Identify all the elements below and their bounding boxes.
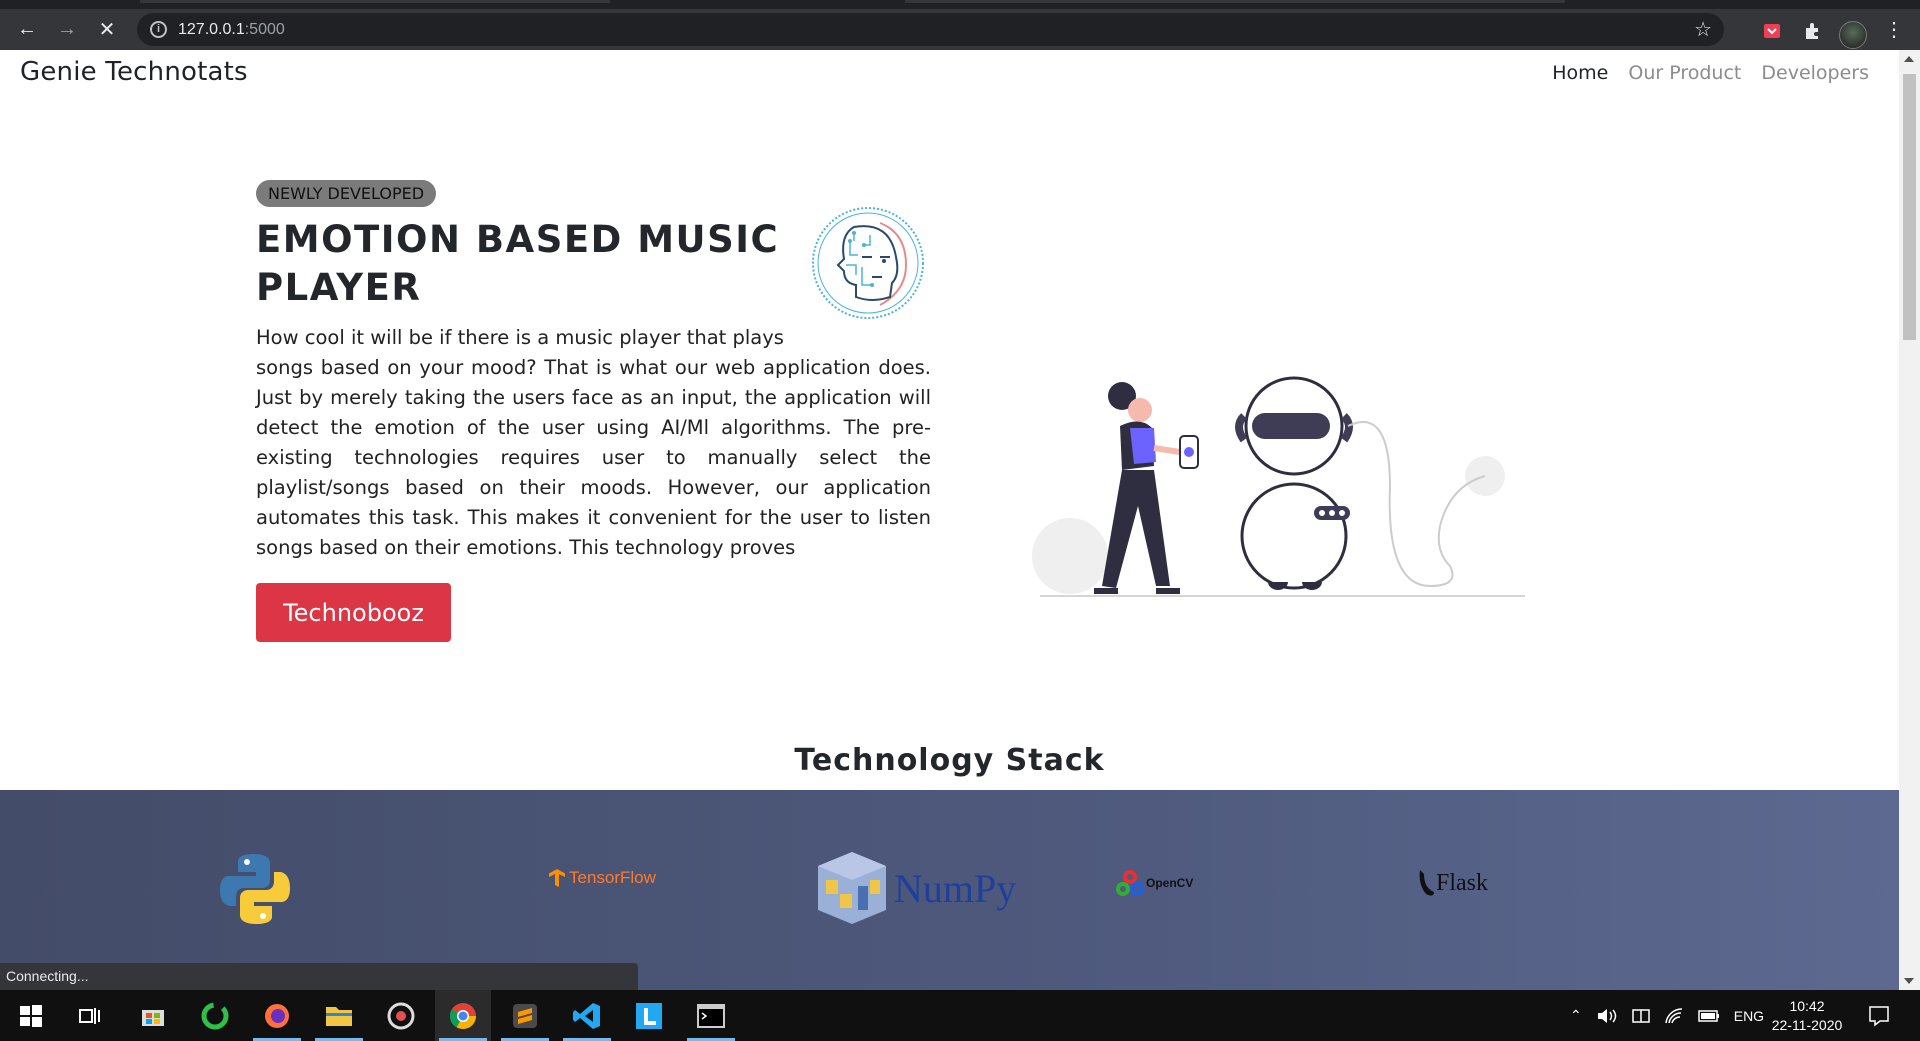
flask-logo: Flask xyxy=(1416,868,1488,898)
notifications-icon[interactable] xyxy=(1868,1005,1890,1027)
nav-home-link[interactable]: Home xyxy=(1552,62,1608,84)
robot-and-woman-illustration xyxy=(1032,376,1525,597)
vscode-icon xyxy=(573,1002,600,1029)
url-text[interactable]: 127.0.0.1:5000 xyxy=(178,21,285,39)
taskbar-l-app[interactable] xyxy=(621,990,677,1041)
taskbar-chrome[interactable] xyxy=(435,990,491,1041)
ai-face-logo-icon xyxy=(812,207,924,319)
chrome-icon xyxy=(449,1002,477,1029)
browser-tab[interactable] xyxy=(140,0,610,3)
windows-start-icon xyxy=(20,1004,42,1027)
nav-developers-link[interactable]: Developers xyxy=(1761,62,1869,84)
new-badge: NEWLY DEVELOPED xyxy=(256,180,437,207)
system-tray: ⌃ ENG xyxy=(1570,990,1764,1041)
taskbar-clock[interactable]: 10:42 22-11-2020 xyxy=(1765,997,1849,1035)
numpy-logo: NumPy xyxy=(816,850,1016,926)
taskbar-terminal[interactable] xyxy=(683,990,739,1041)
hero-description: How cool it will be if there is a music … xyxy=(256,323,931,563)
start-button[interactable] xyxy=(3,990,59,1041)
battery-saver-icon[interactable] xyxy=(1631,1008,1650,1024)
battery-icon[interactable] xyxy=(1697,1009,1720,1023)
extensions-puzzle-icon[interactable] xyxy=(1803,22,1821,40)
browser-status-bubble: Connecting... xyxy=(0,963,638,990)
volume-icon[interactable] xyxy=(1596,1007,1618,1025)
bookmark-star-icon[interactable]: ☆ xyxy=(1694,17,1712,42)
scrollbar-thumb[interactable] xyxy=(1903,74,1916,340)
tensorflow-logo: TensorFlow xyxy=(548,868,656,888)
technology-stack-band: TensorFlow NumPy OpenCV Flask xyxy=(0,790,1899,990)
l-app-icon xyxy=(636,1002,662,1029)
media-player-icon xyxy=(387,1002,415,1029)
nav-our-product-link[interactable]: Our Product xyxy=(1628,62,1741,84)
web-page: Genie Technotats Home Our Product Develo… xyxy=(0,50,1899,990)
technology-stack-heading: Technology Stack xyxy=(794,743,1105,778)
taskbar-store[interactable] xyxy=(125,990,181,1041)
browser-toolbar: ← → ✕ i 127.0.0.1:5000 ☆ ⋮ xyxy=(0,9,1920,50)
scroll-down-icon[interactable] xyxy=(1904,978,1914,984)
description-first-line: How cool it will be if there is a music … xyxy=(256,326,784,349)
description-body: songs based on your mood? That is what o… xyxy=(256,356,931,559)
browser-tab[interactable] xyxy=(905,0,1565,3)
technobooz-button[interactable]: Technobooz xyxy=(256,583,451,642)
tensorflow-icon xyxy=(549,869,565,887)
python-logo-icon xyxy=(220,854,290,924)
brand-logo-text[interactable]: Genie Technotats xyxy=(20,57,248,87)
clock-date: 22-11-2020 xyxy=(1771,1017,1843,1033)
flask-horn-icon xyxy=(1419,870,1434,896)
task-view-icon xyxy=(79,1007,100,1024)
page-scrollbar[interactable] xyxy=(1899,50,1920,990)
windows-taskbar: ⌃ ENG 10:42 22-11-2020 xyxy=(0,990,1920,1041)
folder-icon xyxy=(326,1006,352,1026)
taskbar-vscode[interactable] xyxy=(559,990,615,1041)
taskbar-app-green[interactable] xyxy=(187,990,243,1041)
back-icon[interactable]: ← xyxy=(11,13,43,45)
scroll-up-icon[interactable] xyxy=(1904,56,1914,62)
taskbar-file-explorer[interactable] xyxy=(311,990,367,1041)
forward-icon[interactable]: → xyxy=(51,13,83,45)
wifi-icon[interactable] xyxy=(1664,1007,1684,1025)
hero-title: EMOTION BASED MUSIC PLAYER xyxy=(256,218,780,309)
opencv-rings-icon xyxy=(1116,870,1144,896)
microsoft-store-icon xyxy=(142,1009,164,1026)
taskbar-firefox[interactable] xyxy=(249,990,305,1041)
stop-loading-icon[interactable]: ✕ xyxy=(91,13,123,45)
site-info-icon[interactable]: i xyxy=(150,21,167,38)
opencv-logo: OpenCV xyxy=(1116,870,1193,896)
chevron-up-icon[interactable]: ⌃ xyxy=(1570,1007,1582,1024)
green-ring-app-icon xyxy=(201,1002,229,1029)
address-bar[interactable]: i 127.0.0.1:5000 ☆ xyxy=(137,13,1724,46)
pocket-extension-icon[interactable] xyxy=(1763,22,1781,40)
main-nav: Home Our Product Developers xyxy=(1552,62,1869,84)
taskbar-sublime[interactable] xyxy=(497,990,553,1041)
menu-dots-icon[interactable]: ⋮ xyxy=(1878,13,1910,45)
sublime-text-icon xyxy=(513,1003,537,1028)
taskbar-media[interactable] xyxy=(373,990,429,1041)
numpy-cube-icon xyxy=(818,852,886,924)
browser-tab-strip xyxy=(0,0,1920,9)
language-indicator[interactable]: ENG xyxy=(1734,1008,1764,1024)
firefox-icon xyxy=(265,1003,289,1028)
task-view-button[interactable] xyxy=(62,990,118,1041)
profile-avatar[interactable] xyxy=(1839,21,1867,49)
clock-time: 10:42 xyxy=(1789,998,1825,1014)
terminal-icon xyxy=(697,1003,725,1028)
